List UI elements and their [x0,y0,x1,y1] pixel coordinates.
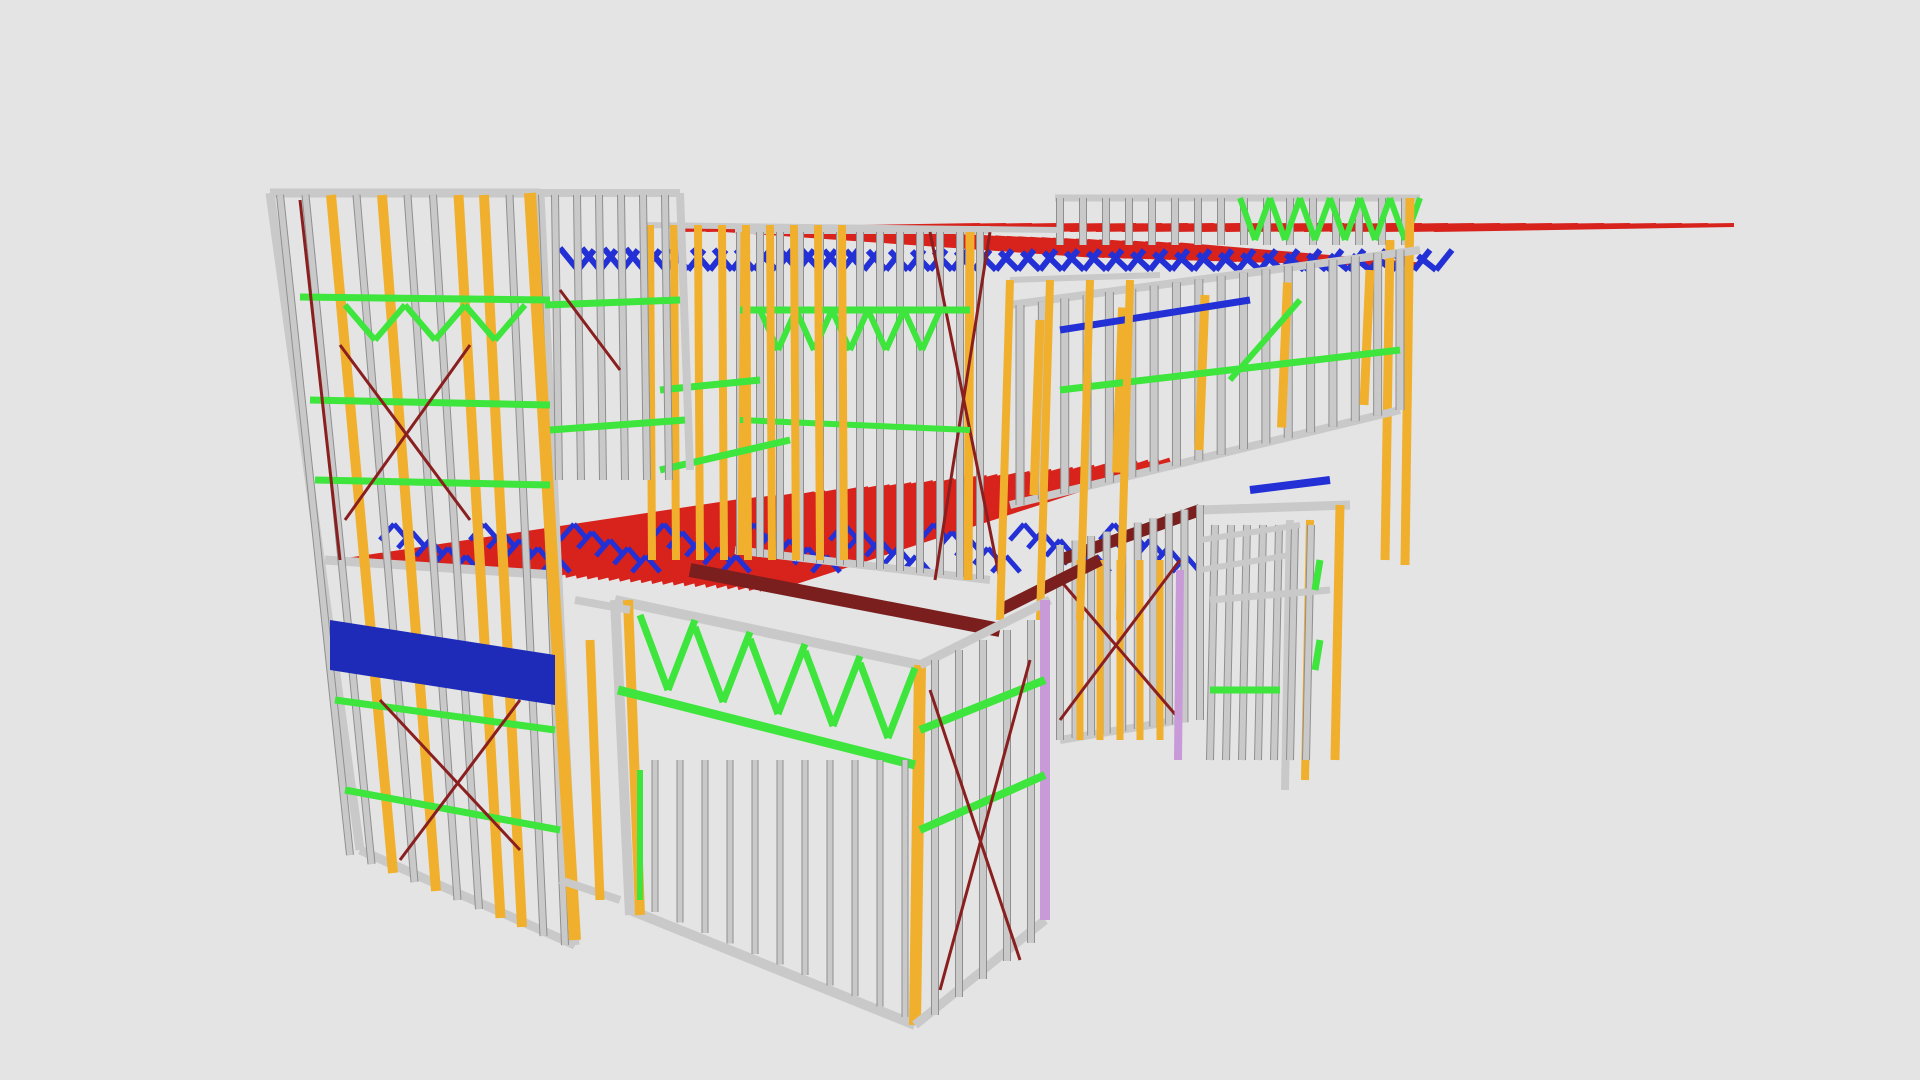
nogging [544,296,681,309]
jamb [963,231,975,581]
truss-web [746,637,782,716]
jamb [996,279,1014,621]
truss-web [492,303,528,342]
jamb [718,224,728,561]
truss-web [856,661,892,740]
nogging [1311,639,1324,671]
stud [640,194,650,481]
wall-front-side [912,595,1053,1029]
wall-front-garage [558,595,926,1030]
corner-post [1380,239,1395,561]
bottom-plate [628,905,917,1030]
wall-right-upper [1009,246,1421,509]
jamb [585,639,605,901]
corner-post [1330,504,1345,761]
truss-web [801,649,837,728]
truss-web [691,625,727,704]
lintel [1249,476,1331,494]
wall-left-tower-side [540,189,694,481]
stud [574,194,584,481]
stud [552,194,562,481]
truss-web [884,666,919,740]
jamb [1359,269,1375,406]
jamb [814,224,824,561]
truss-web [1267,196,1288,242]
jamb [742,224,752,561]
jamb [646,224,656,561]
joist-web [1433,248,1455,272]
joist-web [1008,522,1026,542]
diagonal-brace [398,699,522,861]
truss-web [636,613,672,692]
wall-left-tower [265,188,581,950]
truss-web [1312,196,1333,242]
stud [618,194,628,481]
jamb [694,224,704,561]
3d-viewport[interactable] [0,0,1920,1080]
jamb [1029,319,1045,496]
nogging [299,293,551,304]
jamb [838,224,848,561]
building-frame-model[interactable] [0,0,1920,1080]
nogging [1311,559,1324,591]
truss-web [719,630,754,704]
jamb [1277,282,1292,428]
corner-post [676,192,694,471]
nogging [314,476,551,489]
jamb [670,224,680,561]
truss-web [664,618,699,692]
truss-web [829,654,864,728]
stud [596,194,606,481]
jamb [766,224,776,561]
stud [662,194,672,481]
steel-post [1174,569,1184,761]
lintel-chord [616,685,917,770]
top-plate [1199,500,1351,515]
corner-jamb [909,664,926,1026]
jamb [790,224,800,561]
truss-web [774,642,809,716]
nogging [1009,272,1161,283]
joist-web [1004,554,1022,574]
